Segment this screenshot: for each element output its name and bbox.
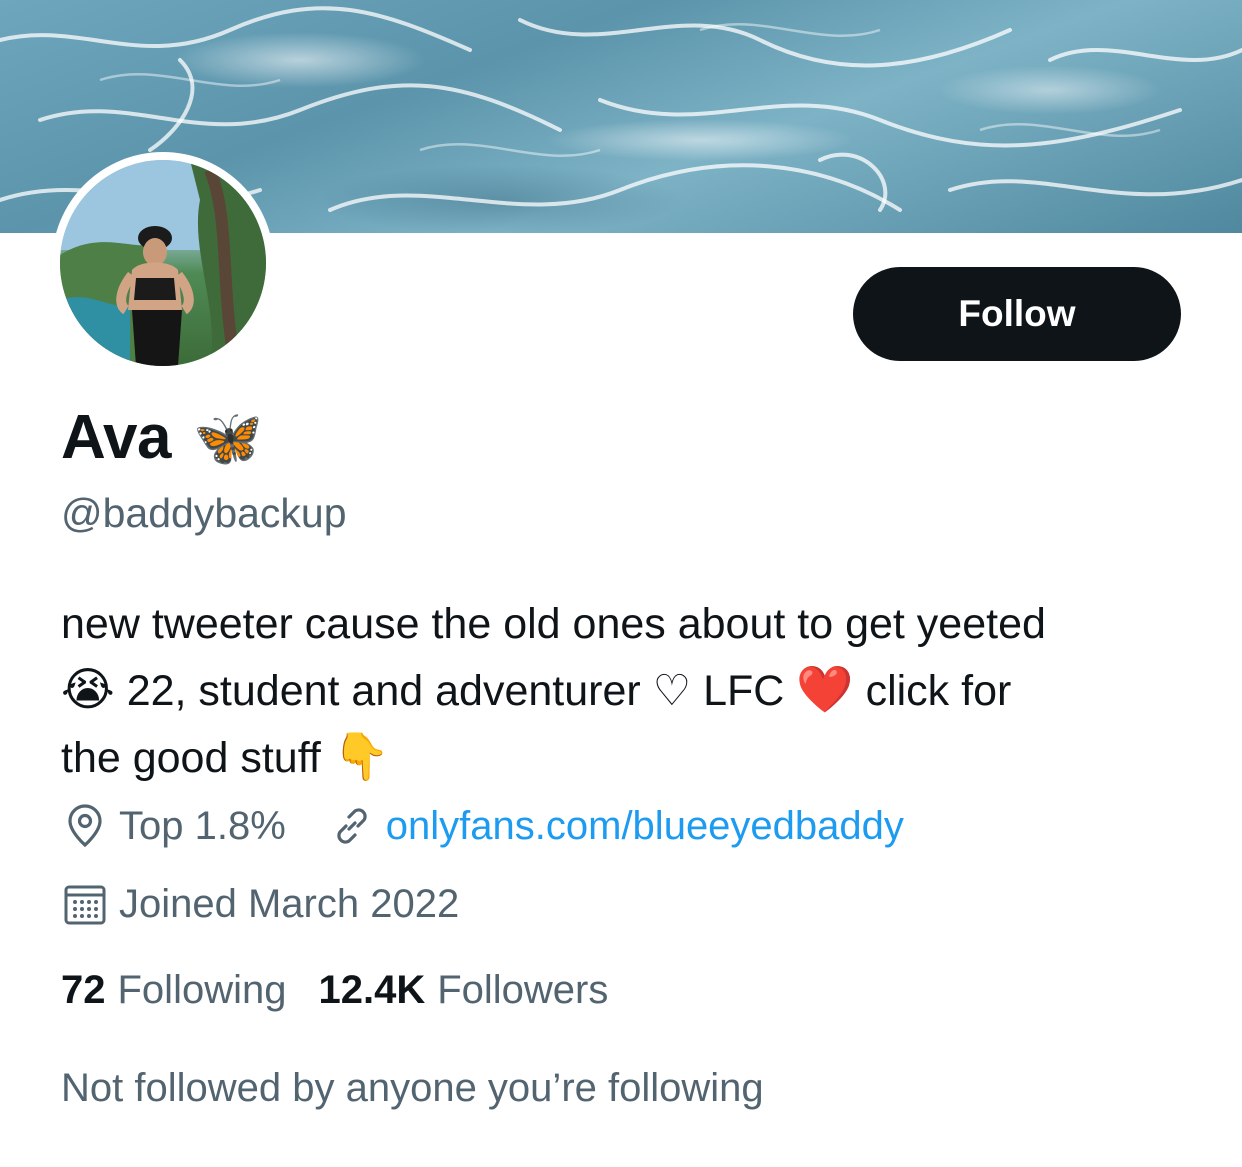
display-name-row: Ava 🦋 xyxy=(61,402,263,473)
mutual-followers-note: Not followed by anyone you’re following xyxy=(61,1066,764,1110)
followers-stat-link[interactable]: 12.4K Followers xyxy=(318,968,608,1013)
following-count: 72 xyxy=(61,968,106,1012)
profile-location: Top 1.8% xyxy=(119,803,286,848)
followers-label: Followers xyxy=(437,968,609,1012)
calendar-icon xyxy=(61,880,109,928)
profile-stats: 72 Following 12.4K Followers xyxy=(61,968,640,1013)
profile-joined-date: Joined March 2022 xyxy=(119,881,460,926)
red-heart-emoji: ❤️ xyxy=(796,663,854,715)
crying-emoji: 😭 xyxy=(61,663,115,715)
profile-avatar[interactable] xyxy=(52,152,274,374)
followers-count: 12.4K xyxy=(318,968,426,1012)
bio-line-3: the good stuff 👇 xyxy=(61,724,1191,791)
follow-button[interactable]: Follow xyxy=(853,267,1181,361)
bio-line-2: 😭 22, student and adventurer ♡ LFC ❤️ cl… xyxy=(61,657,1191,724)
profile-website-link[interactable]: onlyfans.com/blueeyedbaddy xyxy=(386,804,904,849)
display-name: Ava xyxy=(61,403,171,472)
following-stat-link[interactable]: 72 Following xyxy=(61,968,286,1013)
profile-bio: new tweeter cause the old ones about to … xyxy=(61,592,1191,791)
link-icon xyxy=(328,802,376,850)
following-label: Following xyxy=(117,968,287,1012)
profile-meta-row: Top 1.8% onlyfans.com/blueeyedbaddy xyxy=(61,802,904,850)
bio-line-3-text: the good stuff xyxy=(61,734,321,782)
bio-line-2-text-b: click for xyxy=(865,667,1012,715)
location-pin-icon xyxy=(61,802,109,850)
avatar-photo xyxy=(60,160,266,366)
bio-line-1: new tweeter cause the old ones about to … xyxy=(61,600,1046,648)
bio-line-2-text-a: 22, student and adventurer ♡ LFC xyxy=(126,667,785,715)
pointing-down-emoji: 👇 xyxy=(332,730,391,782)
profile-joined-row: Joined March 2022 xyxy=(61,880,459,928)
butterfly-emoji: 🦋 xyxy=(192,405,263,469)
profile-handle: @baddybackup xyxy=(61,490,347,536)
